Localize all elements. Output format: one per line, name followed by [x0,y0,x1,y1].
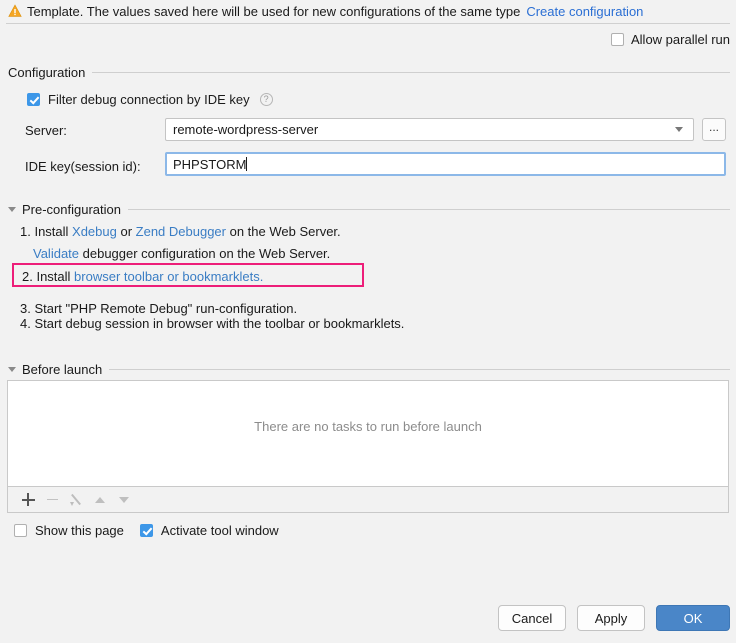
before-launch-task-list[interactable]: There are no tasks to run before launch [7,380,729,487]
collapse-triangle-icon[interactable] [8,367,16,372]
move-up-button[interactable] [88,489,112,511]
move-down-button[interactable] [112,489,136,511]
activate-tool-window-label: Activate tool window [161,523,279,538]
pre-config-step-4: 4. Start debug session in browser with t… [20,316,404,331]
pencil-icon [69,493,83,507]
step1-suffix: on the Web Server. [226,224,341,239]
configuration-group-header: Configuration [8,64,730,80]
allow-parallel-run-checkbox[interactable] [611,33,624,46]
show-this-page-label: Show this page [35,523,124,538]
before-launch-empty-message: There are no tasks to run before launch [8,419,728,434]
filter-debug-connection-row[interactable]: Filter debug connection by IDE key ? [27,90,273,108]
before-launch-group-header[interactable]: Before launch [8,361,730,377]
activate-tool-window-checkbox[interactable] [140,524,153,537]
server-combobox-value: remote-wordpress-server [166,122,675,137]
banner-divider [6,23,730,24]
configuration-group-rule [92,72,730,73]
remove-task-button[interactable] [40,489,64,511]
warning-triangle-icon [8,4,22,18]
dialog-button-bar: Cancel Apply OK [498,605,730,631]
ok-button[interactable]: OK [656,605,730,631]
zend-debugger-link[interactable]: Zend Debugger [136,224,226,239]
validate-link[interactable]: Validate [33,246,79,261]
step1b-suffix: debugger configuration on the Web Server… [79,246,330,261]
pre-config-step-3: 3. Start "PHP Remote Debug" run-configur… [20,301,297,316]
text-caret [246,157,247,171]
before-launch-group-rule [109,369,730,370]
allow-parallel-run-row[interactable]: Allow parallel run [611,30,730,48]
step-2-highlight-box [12,263,364,287]
allow-parallel-run-label: Allow parallel run [631,32,730,47]
filter-debug-connection-checkbox[interactable] [27,93,40,106]
show-this-page-checkbox[interactable] [14,524,27,537]
chevron-down-icon [675,127,683,132]
collapse-triangle-icon[interactable] [8,207,16,212]
before-launch-toolbar [7,487,729,513]
pre-configuration-group-label: Pre-configuration [22,202,128,217]
pre-configuration-group-rule [128,209,730,210]
step1-mid: or [117,224,136,239]
configuration-group-label: Configuration [8,65,92,80]
ide-key-input-value: PHPSTORM [167,157,246,172]
template-banner-text: Template. The values saved here will be … [27,4,520,19]
server-combobox[interactable]: remote-wordpress-server [165,118,694,141]
arrow-down-icon [119,497,129,503]
pre-configuration-group-header[interactable]: Pre-configuration [8,201,730,217]
launch-options-row: Show this page Activate tool window [14,521,279,539]
template-banner: Template. The values saved here will be … [0,0,736,22]
ide-key-label: IDE key(session id): [25,159,141,174]
server-label: Server: [25,123,67,138]
edit-task-button[interactable] [64,489,88,511]
pre-config-step-1-validate: Validate debugger configuration on the W… [33,246,330,261]
filter-debug-connection-label: Filter debug connection by IDE key [48,92,250,107]
before-launch-group-label: Before launch [22,362,109,377]
xdebug-link[interactable]: Xdebug [72,224,117,239]
question-mark-icon[interactable]: ? [260,93,273,106]
ide-key-input[interactable]: PHPSTORM [165,152,726,176]
pre-config-step-1: 1. Install Xdebug or Zend Debugger on th… [20,224,341,239]
arrow-up-icon [95,497,105,503]
step1-prefix: 1. Install [20,224,72,239]
plus-icon [22,493,35,506]
minus-icon [47,499,58,501]
server-browse-button[interactable]: ... [702,118,726,141]
apply-button[interactable]: Apply [577,605,645,631]
cancel-button[interactable]: Cancel [498,605,566,631]
add-task-button[interactable] [16,489,40,511]
create-configuration-link[interactable]: Create configuration [526,4,643,19]
